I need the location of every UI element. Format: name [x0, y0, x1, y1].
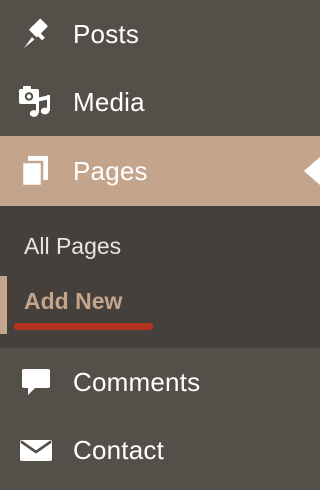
pages-icon: [16, 153, 52, 189]
pages-submenu: All Pages Add New: [0, 206, 320, 348]
annotation-underline: [14, 323, 153, 330]
active-item-indicator: [0, 276, 7, 334]
menu-item-label: Pages: [73, 155, 148, 186]
menu-item-media[interactable]: Media: [0, 68, 320, 136]
menu-item-label: Media: [73, 86, 145, 117]
admin-sidebar-menu: Posts Media Pages All Pages Add New Comm…: [0, 0, 320, 490]
envelope-icon: [18, 432, 54, 468]
menu-item-contact[interactable]: Contact: [0, 416, 320, 484]
menu-item-comments[interactable]: Comments: [0, 348, 320, 416]
menu-item-label: Comments: [73, 366, 201, 397]
current-menu-arrow: [304, 157, 320, 185]
pin-icon: [18, 16, 54, 52]
comment-icon: [18, 364, 54, 400]
menu-item-posts[interactable]: Posts: [0, 0, 320, 68]
menu-item-label: Contact: [73, 434, 165, 465]
submenu-item-all-pages[interactable]: All Pages: [24, 233, 121, 260]
menu-item-pages[interactable]: Pages: [0, 136, 320, 206]
menu-item-label: Posts: [73, 18, 140, 49]
submenu-item-add-new[interactable]: Add New: [24, 288, 122, 315]
media-icon: [18, 84, 54, 120]
